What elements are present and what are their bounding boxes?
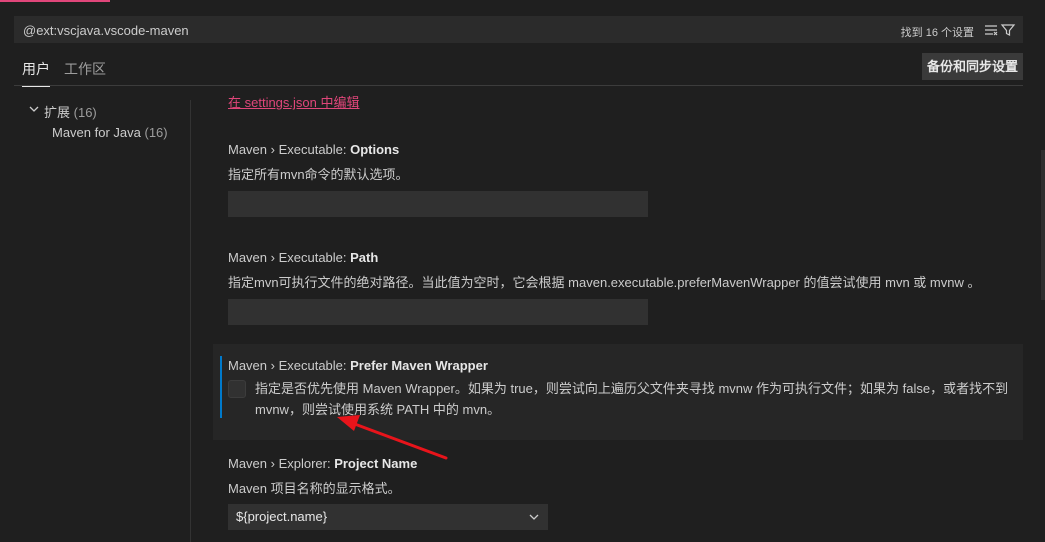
executable-path-input[interactable] — [228, 299, 648, 325]
search-query[interactable]: @ext:vscjava.vscode-maven — [23, 23, 189, 38]
toc-group-extensions[interactable]: 扩展 (16) — [44, 102, 97, 121]
clear-filter-icon[interactable] — [984, 23, 998, 37]
setting-key: Path — [350, 250, 379, 265]
setting-key: Options — [350, 142, 400, 157]
focus-indicator — [220, 356, 222, 418]
toc-group-label: 扩展 — [44, 105, 71, 120]
chevron-down-icon — [529, 514, 539, 520]
backup-sync-settings-button[interactable]: 备份和同步设置 — [922, 53, 1024, 80]
tab-workspace[interactable]: 工作区 — [64, 59, 106, 79]
setting-key: Prefer Maven Wrapper — [350, 358, 488, 373]
toc-group-count: (16) — [73, 105, 97, 120]
top-accent-line — [0, 0, 110, 2]
project-name-select[interactable]: ${project.name} — [228, 504, 548, 530]
chevron-down-icon[interactable] — [28, 103, 40, 115]
setting-category: Maven › Executable: — [228, 358, 351, 373]
setting-title: Maven › Explorer: Project Name — [228, 456, 1018, 471]
setting-category: Maven › Explorer: — [228, 456, 335, 471]
setting-title: Maven › Executable: Options — [228, 142, 1018, 157]
settings-scope-tabs: 用户 工作区 — [14, 55, 1023, 87]
search-result-count: 找到 16 个设置 — [900, 27, 974, 39]
setting-category: Maven › Executable: — [228, 250, 351, 265]
filter-icon[interactable] — [1000, 22, 1016, 38]
prefer-maven-wrapper-checkbox[interactable] — [228, 380, 246, 398]
tab-user[interactable]: 用户 — [22, 59, 50, 87]
setting-prefer-maven-wrapper: Maven › Executable: Prefer Maven Wrapper — [228, 358, 1018, 373]
setting-description: Maven 项目名称的显示格式。 — [228, 481, 401, 496]
scrollbar[interactable] — [1041, 150, 1045, 300]
toc-item-count: (16) — [144, 125, 168, 140]
setting-key: Project Name — [334, 456, 418, 471]
executable-options-input[interactable] — [228, 191, 648, 217]
toc-item-maven-for-java[interactable]: Maven for Java (16) — [52, 125, 168, 140]
setting-description: 指定是否优先使用 Maven Wrapper。如果为 true，则尝试向上遍历父… — [255, 381, 1009, 417]
setting-title: Maven › Executable: Prefer Maven Wrapper — [228, 358, 1018, 373]
setting-title: Maven › Executable: Path — [228, 250, 1018, 265]
setting-executable-path: Maven › Executable: Path 指定mvn可执行文件的绝对路径… — [228, 250, 1018, 325]
setting-executable-options: Maven › Executable: Options 指定所有mvn命令的默认… — [228, 142, 1018, 217]
setting-description: 指定所有mvn命令的默认选项。 — [228, 167, 409, 182]
setting-description: 指定mvn可执行文件的绝对路径。当此值为空时，它会根据 maven.execut… — [228, 275, 981, 290]
setting-category: Maven › Executable: — [228, 142, 351, 157]
select-value: ${project.name} — [236, 509, 328, 524]
toc-item-label: Maven for Java — [52, 125, 141, 140]
settings-search-input[interactable]: @ext:vscjava.vscode-maven 找到 16 个设置 — [14, 16, 1023, 43]
settings-list: 在 settings.json 中编辑 Maven › Executable: … — [191, 86, 1023, 542]
edit-in-settings-json-link[interactable]: 在 settings.json 中编辑 — [228, 92, 360, 111]
setting-explorer-project-name: Maven › Explorer: Project Name Maven 项目名… — [228, 456, 1018, 497]
